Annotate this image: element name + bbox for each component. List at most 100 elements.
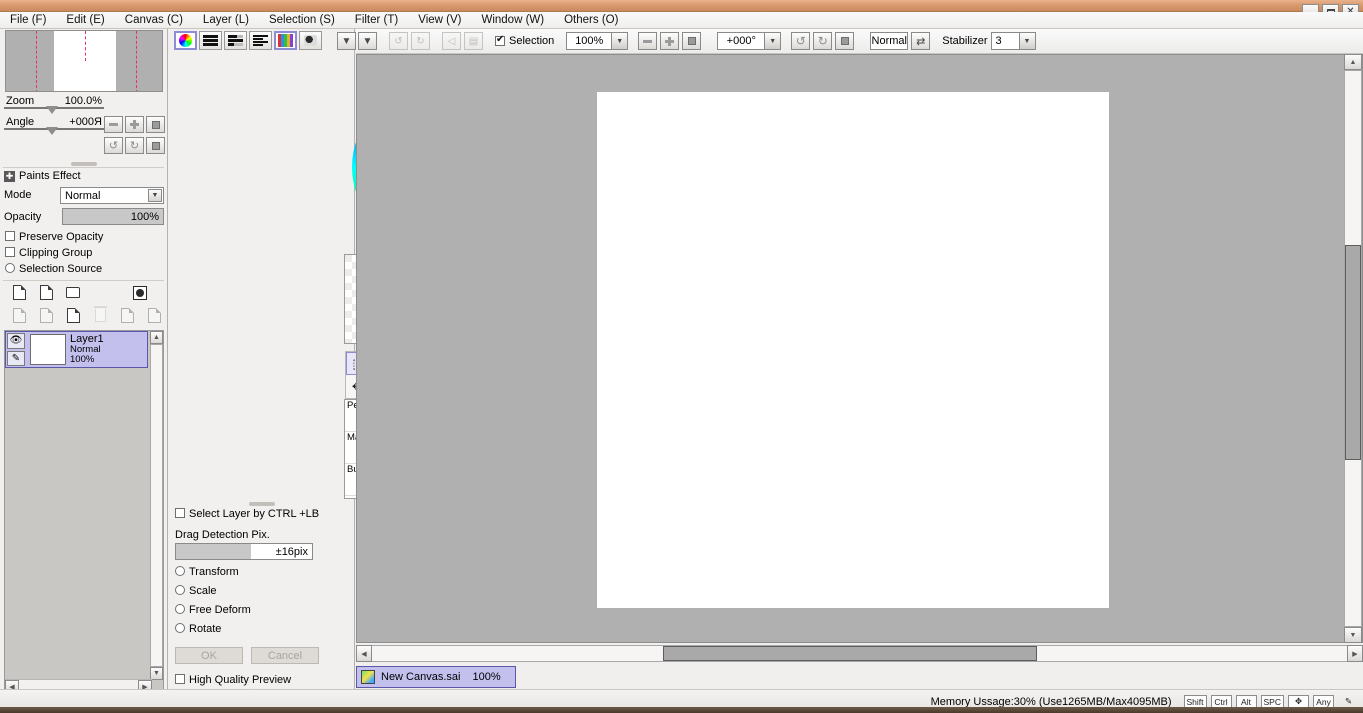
navigator-preview[interactable] — [5, 30, 163, 92]
new-layer-button[interactable] — [10, 284, 28, 301]
rotate-cw-button[interactable]: ↻ — [125, 137, 144, 154]
canvas-zoom-out-button[interactable] — [638, 32, 657, 50]
expand-icon[interactable]: ✚ — [4, 171, 15, 182]
color-panel-menu-button[interactable]: ▼ — [337, 32, 356, 50]
canvas-scroll-up[interactable]: ▲ — [1344, 54, 1362, 70]
menu-window[interactable]: Window (W) — [471, 13, 554, 27]
duplicate-layer-button[interactable] — [118, 307, 136, 324]
menu-filter[interactable]: Filter (T) — [345, 13, 408, 27]
canvas-zoom-reset-button[interactable] — [682, 32, 701, 50]
canvas-scroll-right[interactable]: ▶ — [1347, 645, 1363, 662]
zoom-level-select[interactable]: 100% ▼ — [566, 32, 628, 50]
swatches-tab[interactable] — [274, 31, 297, 50]
menu-selection[interactable]: Selection (S) — [259, 13, 345, 27]
transfer-down-button[interactable] — [145, 307, 163, 324]
canvas-hscroll-thumb[interactable] — [663, 646, 1037, 661]
angle-chevron-icon[interactable]: ▼ — [764, 32, 781, 50]
stabilizer-select[interactable]: 3 ▼ — [991, 32, 1036, 50]
canvas-angle-select[interactable]: +000° ▼ — [717, 32, 781, 50]
cancel-button[interactable]: Cancel — [251, 647, 319, 664]
menu-file[interactable]: File (F) — [0, 13, 56, 27]
hsv-sliders-tab[interactable] — [224, 31, 247, 50]
canvas-rotate-reset-button[interactable] — [835, 32, 854, 50]
layer-row-layer1[interactable]: 👁 ✎ Layer1 Normal 100% — [5, 331, 148, 368]
layer-visibility-icon[interactable]: 👁 — [7, 333, 25, 349]
new-folder-button[interactable] — [64, 284, 82, 301]
menu-edit[interactable]: Edit (E) — [56, 13, 114, 27]
scale-radio[interactable] — [175, 585, 185, 595]
menu-others[interactable]: Others (O) — [554, 13, 628, 27]
menu-canvas[interactable]: Canvas (C) — [115, 13, 193, 27]
zoom-reset-button[interactable] — [146, 116, 165, 133]
selection-checkbox[interactable] — [495, 36, 505, 46]
flip-mode-display[interactable]: Normal — [870, 32, 908, 50]
drag-detection-slider[interactable]: ±16pix — [175, 543, 313, 560]
merge-down-button[interactable] — [10, 307, 28, 324]
select-layer-checkbox[interactable] — [175, 508, 185, 518]
rgb-sliders-tab[interactable] — [199, 31, 222, 50]
scratchpad-tab[interactable] — [299, 31, 322, 50]
free-deform-row[interactable]: Free Deform — [175, 604, 251, 616]
redo-button[interactable]: ↻ — [411, 32, 430, 50]
clipping-group-row[interactable]: Clipping Group — [5, 247, 92, 259]
paints-effect-row[interactable]: ✚ Paints Effect — [4, 170, 81, 182]
undo-button[interactable]: ↺ — [389, 32, 408, 50]
gradient-tab[interactable] — [249, 31, 272, 50]
transform-row[interactable]: Transform — [175, 566, 239, 578]
canvas-viewport[interactable] — [356, 54, 1363, 643]
canvas-vscroll-thumb[interactable] — [1345, 245, 1361, 460]
document-tab[interactable]: New Canvas.sai 100% — [356, 666, 516, 688]
selection-toggle[interactable]: Selection — [495, 35, 554, 47]
ok-button[interactable]: OK — [175, 647, 243, 664]
canvas-zoom-in-button[interactable] — [660, 32, 679, 50]
layer-list-scroll-up[interactable]: ▲ — [150, 331, 163, 344]
clear-layer-button[interactable] — [64, 307, 82, 324]
zoom-out-button[interactable] — [104, 116, 123, 133]
merge-visible-button[interactable] — [37, 307, 55, 324]
layer-select-icon[interactable]: ✎ — [7, 351, 25, 367]
chevron-down-icon[interactable]: ▼ — [148, 189, 162, 202]
menu-layer[interactable]: Layer (L) — [193, 13, 259, 27]
rotate-row[interactable]: Rotate — [175, 623, 221, 635]
new-linework-layer-button[interactable] — [37, 284, 55, 301]
zoom-in-button[interactable] — [125, 116, 144, 133]
flip-horizontal-button[interactable]: ⇄ — [911, 32, 930, 50]
canvas-hscrollbar[interactable]: ◀ ▶ — [356, 645, 1363, 662]
zoom-chevron-icon[interactable]: ▼ — [611, 32, 628, 50]
preserve-opacity-checkbox[interactable] — [5, 231, 15, 241]
transform-radio[interactable] — [175, 566, 185, 576]
select-layer-row[interactable]: Select Layer by CTRL +LB — [175, 508, 319, 520]
tool-panel-grip[interactable] — [249, 502, 275, 506]
hq-preview-checkbox[interactable] — [175, 674, 185, 684]
history-forward-button[interactable]: ▤ — [464, 32, 483, 50]
stabilizer-chevron-icon[interactable]: ▼ — [1019, 32, 1036, 50]
layer-mode-select[interactable]: Normal ▼ — [60, 187, 164, 204]
delete-layer-button[interactable] — [91, 307, 109, 324]
free-deform-radio[interactable] — [175, 604, 185, 614]
selection-source-row[interactable]: Selection Source — [5, 263, 102, 275]
toolbar-menu-button[interactable]: ▼ — [358, 32, 377, 50]
panel-grip[interactable] — [71, 162, 97, 166]
opacity-slider[interactable]: 100% — [62, 208, 164, 225]
rotate-reset-button[interactable] — [146, 137, 165, 154]
color-wheel-tab[interactable] — [174, 31, 197, 50]
history-back-button[interactable]: ◁ — [442, 32, 461, 50]
scale-row[interactable]: Scale — [175, 585, 217, 597]
canvas-scroll-down[interactable]: ▼ — [1344, 627, 1362, 643]
preserve-opacity-row[interactable]: Preserve Opacity — [5, 231, 103, 243]
canvas-document[interactable] — [597, 92, 1109, 608]
clipping-group-checkbox[interactable] — [5, 247, 15, 257]
layer-list[interactable]: 👁 ✎ Layer1 Normal 100% ▲ ▼ ◀ ▶ — [4, 330, 164, 694]
selection-source-radio[interactable] — [5, 263, 15, 273]
canvas-rotate-cw-button[interactable]: ↻ — [813, 32, 832, 50]
layer-mask-button[interactable] — [131, 284, 149, 301]
menu-view[interactable]: View (V) — [408, 13, 471, 27]
angle-slider[interactable]: Angle +000Я — [4, 114, 104, 135]
canvas-vscrollbar[interactable]: ▲ ▼ — [1344, 54, 1363, 643]
canvas-rotate-ccw-button[interactable]: ↺ — [791, 32, 810, 50]
canvas-scroll-left[interactable]: ◀ — [356, 645, 372, 662]
rotate-ccw-button[interactable]: ↺ — [104, 137, 123, 154]
hq-preview-row[interactable]: High Quality Preview — [175, 674, 291, 686]
zoom-slider[interactable]: Zoom 100.0% — [4, 93, 104, 114]
rotate-radio[interactable] — [175, 623, 185, 633]
